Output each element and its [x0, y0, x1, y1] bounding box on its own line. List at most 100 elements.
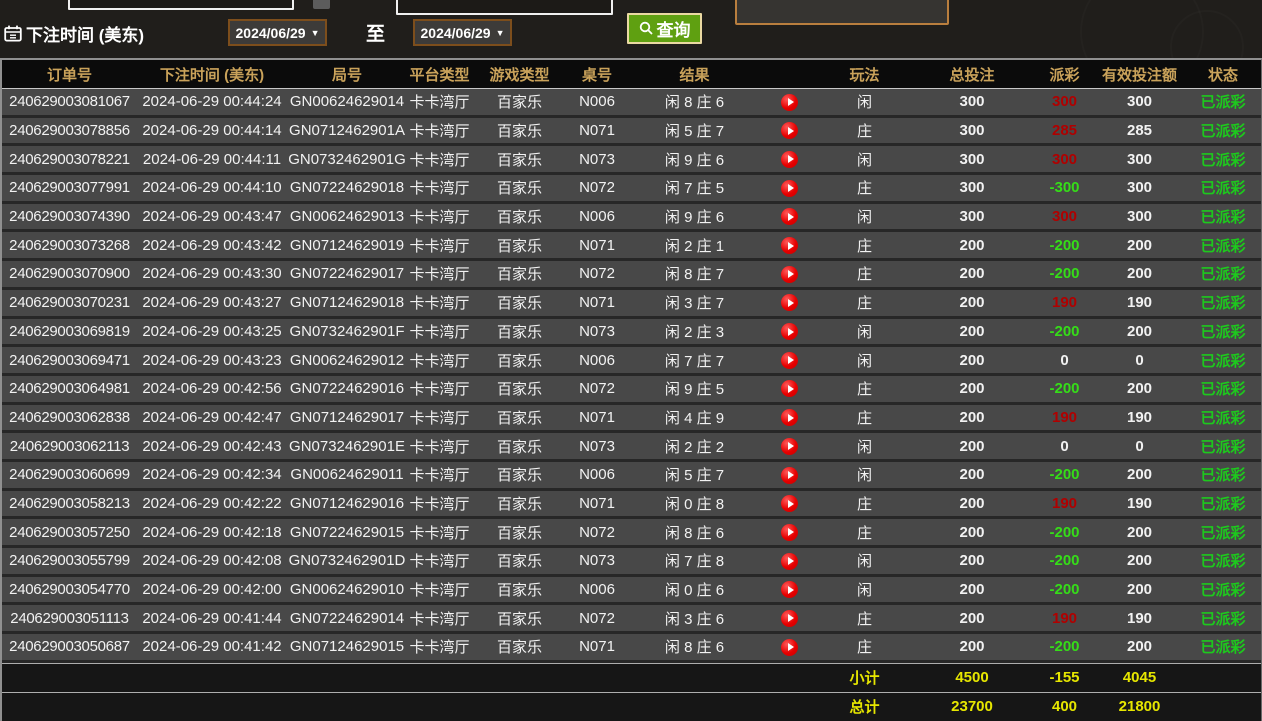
valid-bet-cell: 200: [1097, 466, 1182, 483]
valid-bet-cell: 0: [1097, 352, 1182, 369]
status-cell: 已派彩: [1182, 120, 1262, 141]
result-cell: 闲 4 庄 9: [627, 407, 762, 428]
date-to-select[interactable]: 2024/06/29 ▼: [413, 19, 512, 46]
play-icon[interactable]: [781, 352, 798, 369]
table-no-cell: N071: [567, 409, 627, 426]
replay-cell: [762, 351, 817, 369]
play-icon[interactable]: [781, 524, 798, 541]
bet-type-cell: 闲: [817, 436, 912, 457]
round-cell: GN07124629015: [287, 638, 407, 655]
play-icon[interactable]: [781, 610, 798, 627]
play-icon[interactable]: [781, 266, 798, 283]
result-cell: 闲 8 庄 6: [627, 522, 762, 543]
bet-time-cell: 2024-06-29 00:43:47: [137, 208, 287, 225]
play-icon[interactable]: [781, 467, 798, 484]
order-cell: 240629003050687: [2, 638, 137, 655]
table-no-cell: N071: [567, 638, 627, 655]
valid-bet-cell: 0: [1097, 438, 1182, 455]
play-icon[interactable]: [781, 380, 798, 397]
chevron-down-icon: ▼: [311, 29, 320, 38]
date-from-select[interactable]: 2024/06/29 ▼: [228, 19, 327, 46]
platform-cell: 卡卡湾厅: [407, 149, 472, 170]
table-no-cell: N071: [567, 294, 627, 311]
order-cell: 240629003073268: [2, 237, 137, 254]
date-to-value: 2024/06/29: [421, 25, 491, 41]
status-cell: 已派彩: [1182, 608, 1262, 629]
payout-cell: 300: [1032, 151, 1097, 168]
order-cell: 240629003054770: [2, 581, 137, 598]
result-cell: 闲 8 庄 6: [627, 91, 762, 112]
play-triangle: [788, 385, 794, 393]
result-cell: 闲 3 庄 6: [627, 608, 762, 629]
game-type-cell: 百家乐: [472, 579, 567, 600]
round-cell: GN00624629014: [287, 93, 407, 110]
replay-cell: [762, 323, 817, 341]
play-icon[interactable]: [781, 553, 798, 570]
result-cell: 闲 7 庄 7: [627, 350, 762, 371]
play-icon[interactable]: [781, 237, 798, 254]
table-row: 240629003081067 2024-06-29 00:44:24 GN00…: [2, 89, 1261, 118]
bet-time-cell: 2024-06-29 00:44:10: [137, 179, 287, 196]
platform-cell: 卡卡湾厅: [407, 177, 472, 198]
grand-total-valid-bet: 21800: [1097, 698, 1182, 715]
play-icon[interactable]: [781, 409, 798, 426]
valid-bet-cell: 200: [1097, 237, 1182, 254]
bet-time-cell: 2024-06-29 00:42:34: [137, 466, 287, 483]
table-row: 240629003069471 2024-06-29 00:43:23 GN00…: [2, 347, 1261, 376]
status-cell: 已派彩: [1182, 263, 1262, 284]
game-type-cell: 百家乐: [472, 177, 567, 198]
play-icon[interactable]: [781, 122, 798, 139]
status-cell: 已派彩: [1182, 636, 1262, 657]
play-triangle: [788, 299, 794, 307]
play-icon[interactable]: [781, 180, 798, 197]
platform-cell: 卡卡湾厅: [407, 579, 472, 600]
header-result: 结果: [627, 64, 762, 85]
order-cell: 240629003060699: [2, 466, 137, 483]
order-cell: 240629003062838: [2, 409, 137, 426]
play-icon[interactable]: [781, 323, 798, 340]
table-no-cell: N072: [567, 380, 627, 397]
play-icon[interactable]: [781, 208, 798, 225]
query-button[interactable]: 查询: [627, 13, 702, 44]
table-no-cell: N073: [567, 438, 627, 455]
play-icon[interactable]: [781, 94, 798, 111]
round-cell: GN00624629011: [287, 466, 407, 483]
play-icon[interactable]: [781, 151, 798, 168]
status-cell: 已派彩: [1182, 378, 1262, 399]
order-cell: 240629003062113: [2, 438, 137, 455]
bet-type-cell: 闲: [817, 550, 912, 571]
play-icon[interactable]: [781, 294, 798, 311]
game-type-cell: 百家乐: [472, 407, 567, 428]
valid-bet-cell: 190: [1097, 495, 1182, 512]
bet-type-cell: 闲: [817, 149, 912, 170]
play-icon[interactable]: [781, 438, 798, 455]
play-icon[interactable]: [781, 639, 798, 656]
order-cell: 240629003077991: [2, 179, 137, 196]
result-cell: 闲 5 庄 7: [627, 120, 762, 141]
bet-time-cell: 2024-06-29 00:42:18: [137, 524, 287, 541]
bet-time-cell: 2024-06-29 00:43:42: [137, 237, 287, 254]
payout-cell: -200: [1032, 265, 1097, 282]
status-cell: 已派彩: [1182, 177, 1262, 198]
bet-time-cell: 2024-06-29 00:42:22: [137, 495, 287, 512]
bet-type-cell: 庄: [817, 177, 912, 198]
play-triangle: [788, 270, 794, 278]
payout-cell: 190: [1032, 495, 1097, 512]
play-icon[interactable]: [781, 495, 798, 512]
play-icon[interactable]: [781, 581, 798, 598]
platform-cell: 卡卡湾厅: [407, 350, 472, 371]
header-table-no: 桌号: [567, 64, 627, 85]
bet-type-cell: 庄: [817, 263, 912, 284]
order-cell: 240629003074390: [2, 208, 137, 225]
round-cell: GN00624629012: [287, 352, 407, 369]
platform-cell: 卡卡湾厅: [407, 206, 472, 227]
game-type-cell: 百家乐: [472, 321, 567, 342]
table-no-cell: N073: [567, 552, 627, 569]
table-no-cell: N071: [567, 237, 627, 254]
round-cell: GN07124629018: [287, 294, 407, 311]
platform-cell: 卡卡湾厅: [407, 263, 472, 284]
table-no-cell: N006: [567, 208, 627, 225]
replay-cell: [762, 437, 817, 455]
total-bet-cell: 200: [912, 294, 1032, 311]
header-bet-time: 下注时间 (美东): [137, 64, 287, 85]
